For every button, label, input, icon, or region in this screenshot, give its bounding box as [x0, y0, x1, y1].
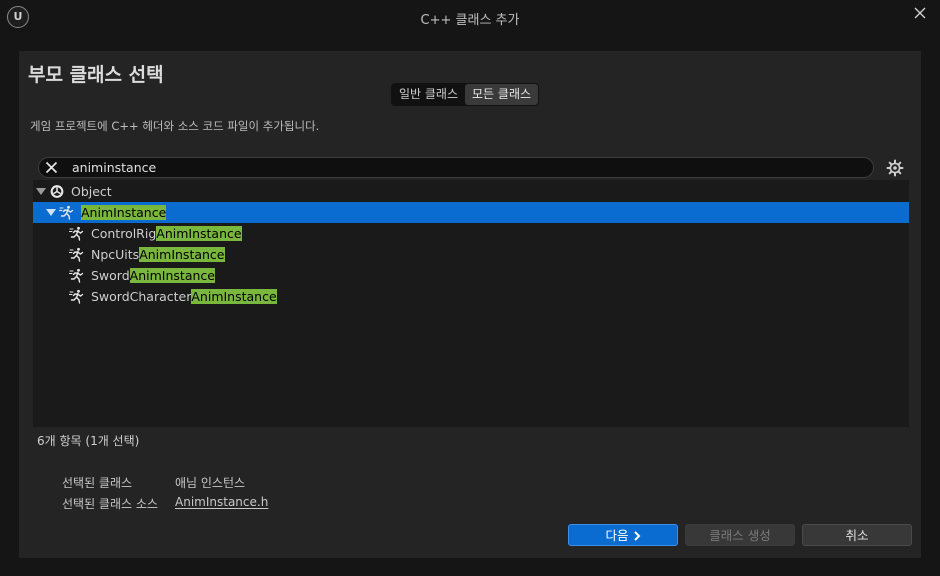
page-title: 부모 클래스 선택	[28, 64, 164, 86]
search-input[interactable]	[72, 158, 852, 177]
tab-all-classes[interactable]: 모든 클래스	[465, 84, 539, 105]
anim-runner-icon	[59, 205, 74, 220]
window-title: C++ 클래스 추가	[420, 13, 520, 28]
tree-row-selected[interactable]: AnimInstance	[33, 202, 909, 223]
expand-arrow-icon[interactable]	[36, 188, 46, 195]
title-bar: U C++ 클래스 추가	[0, 0, 940, 34]
tree-row-child[interactable]: SwordCharacterAnimInstance	[33, 286, 909, 307]
chevron-right-icon	[633, 531, 640, 541]
selected-source-label: 선택된 클래스 소스	[62, 497, 158, 511]
tree-row-object[interactable]: Object	[33, 181, 909, 202]
selected-class-label: 선택된 클래스	[62, 476, 133, 490]
cancel-button[interactable]: 취소	[802, 524, 912, 546]
search-match-highlight: AnimInstance	[139, 247, 225, 262]
object-sphere-icon	[50, 185, 64, 198]
create-class-button[interactable]: 클래스 생성	[685, 524, 795, 546]
selected-source-link[interactable]: AnimInstance.h	[175, 495, 268, 509]
search-match-highlight: AnimInstance	[191, 289, 277, 304]
search-match-highlight: AnimInstance	[129, 268, 215, 283]
class-tree[interactable]: Object AnimInstance ControlRigAnimInstan…	[33, 180, 909, 427]
tree-row-label: SwordCharacterAnimInstance	[91, 286, 277, 307]
description-text: 게임 프로젝트에 C++ 헤더와 소스 코드 파일이 추가됩니다.	[30, 119, 320, 133]
search-match-highlight: AnimInstance	[156, 226, 242, 241]
gear-icon[interactable]	[886, 159, 904, 177]
class-name-prefix: ControlRig	[91, 226, 157, 241]
next-button[interactable]: 다음	[568, 524, 678, 546]
tree-row-label: SwordAnimInstance	[91, 265, 215, 286]
class-name-prefix: Sword	[91, 268, 130, 283]
anim-runner-icon	[69, 247, 84, 262]
tab-common-classes[interactable]: 일반 클래스	[392, 84, 465, 105]
selected-class-value: 애님 인스턴스	[175, 476, 246, 490]
tree-row-child[interactable]: ControlRigAnimInstance	[33, 223, 909, 244]
next-button-label: 다음	[605, 528, 629, 543]
tree-row-label: NpcUitsAnimInstance	[91, 244, 225, 265]
tree-row-label: ControlRigAnimInstance	[91, 223, 242, 244]
anim-runner-icon	[69, 289, 84, 304]
class-name-prefix: NpcUits	[91, 247, 140, 262]
tree-row-child[interactable]: SwordAnimInstance	[33, 265, 909, 286]
expand-arrow-icon[interactable]	[46, 209, 56, 216]
tree-row-child[interactable]: NpcUitsAnimInstance	[33, 244, 909, 265]
class-name-prefix: SwordCharacter	[91, 289, 192, 304]
search-box	[38, 157, 874, 178]
class-filter-tabs: 일반 클래스 모든 클래스	[391, 83, 540, 106]
anim-runner-icon	[69, 268, 84, 283]
clear-search-icon[interactable]	[44, 160, 59, 175]
tree-row-label: Object	[71, 184, 112, 199]
close-icon[interactable]	[912, 5, 928, 21]
anim-runner-icon	[69, 226, 84, 241]
item-count: 6개 항목 (1개 선택)	[37, 434, 140, 448]
tree-row-label: AnimInstance	[81, 202, 167, 223]
search-match-highlight: AnimInstance	[81, 205, 167, 220]
